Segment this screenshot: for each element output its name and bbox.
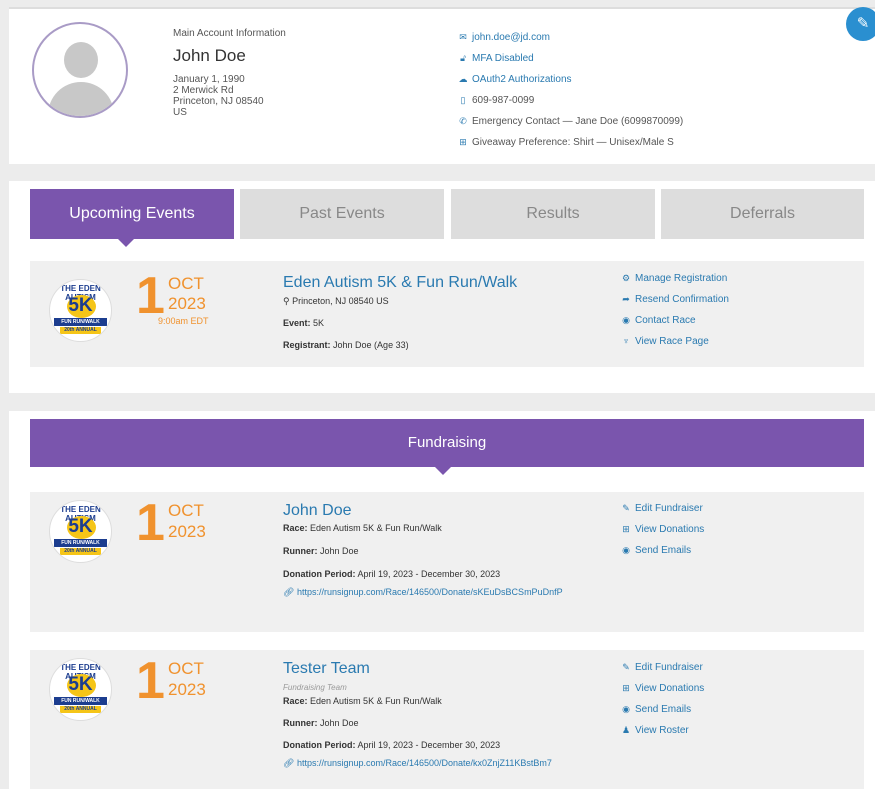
share-icon: ➦	[622, 294, 630, 304]
account-address1: 2 Merwick Rd	[173, 85, 234, 96]
event-actions: ⚙ Manage Registration ➦ Resend Confirmatio…	[620, 268, 729, 352]
fundraiser-actions: ✎ Edit Fundraiser ⊞ View Donations ◉ Send E…	[620, 657, 704, 741]
fundraiser-subtitle: Fundraising Team	[283, 683, 347, 692]
event-day: 1	[136, 267, 165, 325]
fundraiser-actions: ✎ Edit Fundraiser ⊞ View Donations ◉ Send E…	[620, 498, 704, 561]
event-month: OCT	[168, 274, 204, 293]
view-donations-link[interactable]: ⊞ View Donations	[620, 678, 704, 699]
link-icon: 🔗︎	[283, 587, 297, 597]
link-icon: 🔗︎	[283, 758, 297, 768]
send-emails-link[interactable]: ◉ Send Emails	[620, 699, 704, 720]
event-registrant: Registrant: John Doe (Age 33)	[283, 340, 409, 350]
gift-icon: ⊞	[459, 137, 467, 147]
phone-icon: ▯	[460, 95, 466, 105]
event-year: 2023	[168, 294, 206, 313]
fundraiser-race: Race: Eden Autism 5K & Fun Run/Walk	[283, 523, 442, 533]
fundraiser-month: OCT	[168, 659, 204, 678]
mfa-link[interactable]: MFA Disabled	[472, 53, 534, 64]
gift-icon: ⊞	[622, 524, 630, 534]
account-heading: Main Account Information	[173, 28, 286, 39]
view-race-page-link[interactable]: ♆ View Race Page	[620, 331, 729, 352]
upcoming-event-row: THE EDEN AUTISM 5K FUN RUN/WALK 20th ANN…	[30, 261, 864, 367]
fundraiser-year: 2023	[168, 522, 206, 541]
edit-icon: ✎	[622, 503, 630, 513]
tab-results[interactable]: Results	[451, 189, 655, 239]
tab-upcoming-events[interactable]: Upcoming Events	[30, 189, 234, 247]
send-emails-link[interactable]: ◉ Send Emails	[620, 540, 704, 561]
race-logo: THE EDEN AUTISM 5K FUN RUN/WALK 20th ANN…	[49, 500, 112, 563]
contact-race-link[interactable]: ◉ Contact Race	[620, 310, 729, 331]
fundraiser-period: Donation Period: April 19, 2023 - Decemb…	[283, 740, 501, 750]
race-logo: THE EDEN AUTISM 5K FUN RUN/WALK 20th ANN…	[49, 658, 112, 721]
resend-confirmation-link[interactable]: ➦ Resend Confirmation	[620, 289, 729, 310]
account-info: Main Account Information John Doe Januar…	[173, 28, 286, 118]
account-country: US	[173, 107, 187, 118]
cloud-icon: ☁	[458, 74, 468, 84]
fundraiser-period: Donation Period: April 19, 2023 - Decemb…	[283, 569, 501, 579]
fundraiser-title[interactable]: John Doe	[283, 502, 352, 520]
email-link[interactable]: john.doe@jd.com	[472, 32, 550, 43]
view-roster-link[interactable]: ♟ View Roster	[620, 720, 704, 741]
manage-registration-link[interactable]: ⚙ Manage Registration	[620, 268, 729, 289]
edit-fundraiser-link[interactable]: ✎ Edit Fundraiser	[620, 498, 704, 519]
fundraiser-year: 2023	[168, 680, 206, 699]
fundraiser-row: THE EDEN AUTISM 5K FUN RUN/WALK 20th ANN…	[30, 650, 864, 789]
map-marker-icon: ⚲	[283, 296, 293, 306]
event-type: Event: 5K	[283, 318, 325, 328]
edit-profile-button[interactable]: ✎	[846, 7, 875, 41]
trophy-icon: ♆	[622, 336, 630, 346]
fundraiser-url[interactable]: 🔗︎ https://runsignup.com/Race/146500/Don…	[283, 587, 603, 598]
fundraising-header: Fundraising	[30, 419, 864, 475]
event-time: 9:00am EDT	[158, 316, 209, 326]
edit-icon: ✎	[622, 662, 630, 672]
email-icon: ✉	[459, 32, 467, 42]
telephone-icon: ✆	[459, 116, 467, 126]
giveaway-preference: Giveaway Preference: Shirt — Unisex/Male…	[472, 137, 674, 148]
phone-text: 609-987-0099	[472, 95, 535, 106]
unlock-icon: 🔓︎	[460, 53, 466, 63]
fundraiser-runner: Runner: John Doe	[283, 546, 359, 556]
emergency-contact: Emergency Contact — Jane Doe (6099870099…	[472, 116, 684, 127]
account-dob: January 1, 1990	[173, 74, 245, 85]
fundraiser-day: 1	[136, 652, 165, 710]
fundraiser-day: 1	[136, 494, 165, 552]
avatar	[32, 22, 128, 118]
event-title[interactable]: Eden Autism 5K & Fun Run/Walk	[283, 274, 517, 292]
event-location: ⚲ Princeton, NJ 08540 US	[283, 296, 389, 306]
fundraiser-row: THE EDEN AUTISM 5K FUN RUN/WALK 20th ANN…	[30, 492, 864, 632]
fundraising-card: Fundraising THE EDEN AUTISM 5K FUN RUN/W…	[9, 411, 875, 789]
email-icon: ◉	[622, 704, 630, 714]
email-icon: ◉	[622, 545, 630, 555]
gift-icon: ⊞	[622, 683, 630, 693]
fundraiser-title[interactable]: Tester Team	[283, 660, 370, 678]
oauth-link[interactable]: OAuth2 Authorizations	[472, 74, 572, 85]
tab-past-events[interactable]: Past Events	[240, 189, 444, 239]
edit-fundraiser-link[interactable]: ✎ Edit Fundraiser	[620, 657, 704, 678]
fundraiser-url[interactable]: 🔗︎ https://runsignup.com/Race/146500/Don…	[283, 758, 603, 769]
users-icon: ♟	[621, 725, 631, 735]
fundraiser-month: OCT	[168, 501, 204, 520]
contact-icon: ◉	[622, 315, 630, 325]
view-donations-link[interactable]: ⊞ View Donations	[620, 519, 704, 540]
account-card: Main Account Information John Doe Januar…	[9, 7, 875, 164]
events-card: Upcoming Events Past Events Results Defe…	[9, 181, 875, 393]
gear-icon: ⚙	[621, 273, 631, 283]
race-logo: THE EDEN AUTISM 5K FUN RUN/WALK 20th ANN…	[49, 279, 112, 342]
tab-deferrals[interactable]: Deferrals	[661, 189, 864, 239]
pencil-icon: ✎	[856, 15, 870, 32]
fundraiser-runner: Runner: John Doe	[283, 718, 359, 728]
fundraiser-race: Race: Eden Autism 5K & Fun Run/Walk	[283, 696, 442, 706]
contact-list: ✉ john.doe@jd.com 🔓︎ MFA Disabled ☁ OAuth2 …	[457, 27, 684, 153]
account-name: John Doe	[173, 46, 246, 65]
account-address2: Princeton, NJ 08540	[173, 96, 264, 107]
